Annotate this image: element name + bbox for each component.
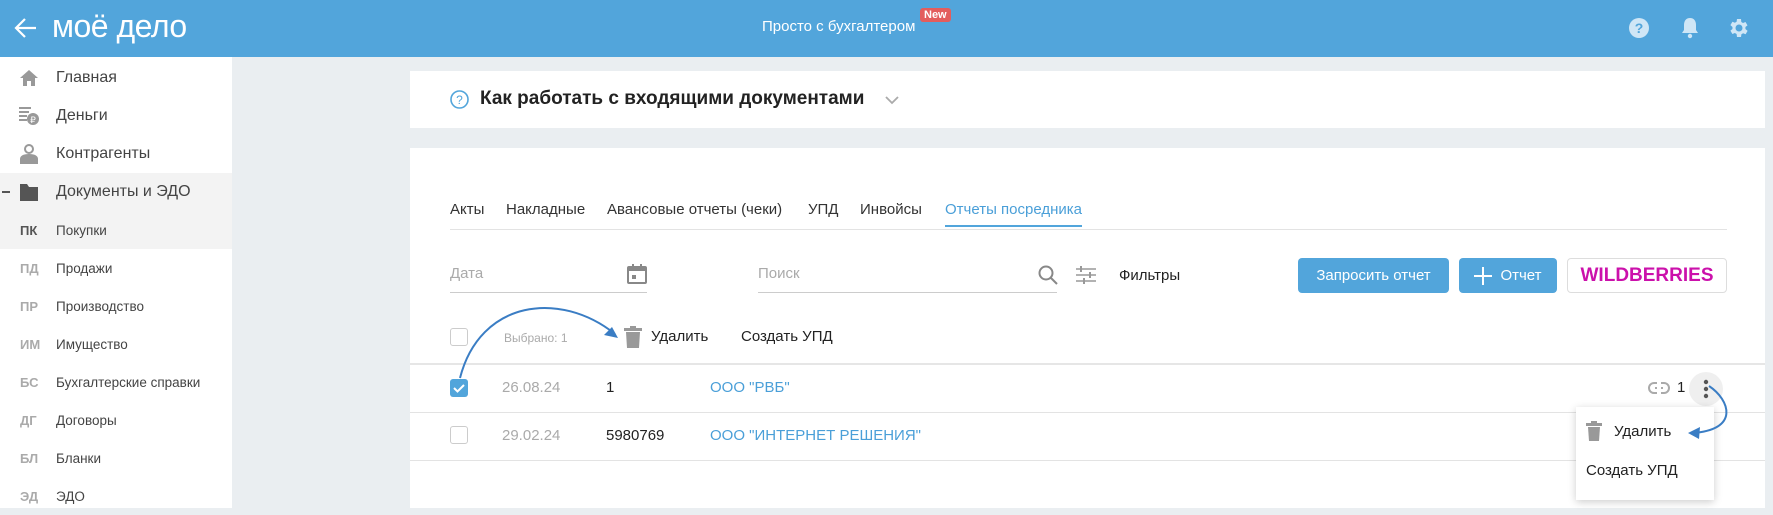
check-icon (453, 384, 465, 393)
row-checkbox-checked[interactable] (450, 379, 468, 397)
bulk-delete-button[interactable]: Удалить (651, 328, 708, 345)
subitem-abbr: БЛ (20, 450, 39, 466)
subitem-label: Продажи (56, 260, 113, 276)
sidebar-subitem-6[interactable]: ДГ Договоры (0, 401, 232, 439)
row-date: 29.02.24 (502, 427, 561, 444)
subitem-label: Имущество (56, 336, 128, 352)
subitem-label: Бухгалтерские справки (56, 374, 201, 390)
row-company-link[interactable]: ООО "РВБ" (710, 379, 790, 396)
subitem-label: Покупки (56, 222, 107, 238)
search-input[interactable]: Поиск (758, 265, 800, 282)
wildberries-button[interactable]: WILDBERRIES (1567, 258, 1727, 293)
svg-text:₽: ₽ (30, 116, 36, 126)
back-arrow-icon[interactable] (14, 17, 38, 39)
link-icon[interactable] (1648, 381, 1670, 395)
filters-button[interactable]: Фильтры (1119, 267, 1180, 284)
sidebar-subitem-3[interactable]: ПР Производство (0, 287, 232, 325)
tab-2[interactable]: Накладные (506, 201, 585, 218)
header-divider (410, 363, 1765, 365)
top-header: моё дело Просто с бухгалтером New ? (0, 0, 1773, 57)
sidebar-item-label: Документы и ЭДО (56, 183, 191, 200)
subitem-abbr: ПД (20, 260, 39, 276)
sidebar-subitem-5[interactable]: БС Бухгалтерские справки (0, 363, 232, 401)
sidebar-item-contractors[interactable]: Контрагенты (0, 135, 232, 173)
subitem-label: Бланки (56, 450, 101, 466)
tab-1[interactable]: Акты (450, 201, 484, 218)
svg-text:?: ? (456, 93, 463, 107)
tabs-divider (450, 229, 1727, 230)
menu-item-delete[interactable]: Удалить (1586, 421, 1671, 441)
bulk-create-upd-button[interactable]: Создать УПД (741, 328, 833, 345)
search-icon[interactable] (1038, 265, 1058, 285)
row-company-link[interactable]: ООО "ИНТЕРНЕТ РЕШЕНИЯ" (710, 427, 921, 444)
selected-count: Выбрано: 1 (504, 331, 568, 345)
sidebar-item-label: Деньги (56, 107, 108, 124)
folder-icon (17, 181, 41, 203)
add-report-button[interactable]: Отчет (1459, 258, 1557, 293)
row-kebab-button[interactable] (1689, 372, 1723, 406)
home-icon (17, 67, 41, 89)
sidebar-item-home[interactable]: Главная (0, 59, 232, 97)
row-number: 1 (606, 379, 615, 396)
date-input[interactable]: Дата (450, 265, 483, 282)
row-date: 26.08.24 (502, 379, 561, 396)
request-report-button[interactable]: Запросить отчет (1298, 258, 1449, 293)
help-card[interactable]: ? Как работать с входящими документами (410, 71, 1765, 128)
money-icon: ₽ (17, 105, 41, 127)
subitem-label: Производство (56, 298, 145, 314)
filter-sliders-icon[interactable] (1075, 265, 1097, 285)
sidebar-item-documents[interactable]: Документы и ЭДО (0, 173, 232, 211)
help-icon[interactable]: ? (1628, 17, 1650, 39)
sidebar-item-label: Контрагенты (56, 145, 151, 162)
subitem-label: ЭДО (56, 488, 85, 504)
search-underline (758, 292, 1057, 293)
subitem-abbr: БС (20, 374, 39, 390)
sidebar-subitem-1[interactable]: ПК Покупки (0, 211, 232, 249)
menu-item-create-upd[interactable]: Создать УПД (1586, 462, 1678, 479)
chevron-down-icon[interactable] (885, 96, 899, 105)
sidebar-item-money[interactable]: ₽ Деньги (0, 97, 232, 135)
contractors-icon (17, 143, 41, 165)
row-number: 5980769 (606, 427, 665, 444)
sidebar-subitem-4[interactable]: ИМ Имущество (0, 325, 232, 363)
row-context-menu: Удалить Создать УПД (1576, 407, 1714, 500)
sidebar-subitem-8[interactable]: ЭД ЭДО (0, 477, 232, 515)
sidebar: Главная ₽ Деньги Контрагенты Документы и… (0, 57, 232, 508)
subitem-abbr: ДГ (20, 412, 37, 428)
bell-icon[interactable] (1680, 16, 1700, 40)
row-link-count: 1 (1677, 379, 1686, 396)
tab-3[interactable]: Авансовые отчеты (чеки) (607, 201, 782, 218)
collapse-dash-icon[interactable] (2, 191, 10, 193)
subitem-label: Договоры (56, 412, 117, 428)
calendar-icon[interactable] (627, 264, 647, 284)
tab-4[interactable]: УПД (808, 201, 838, 218)
row-divider (410, 412, 1765, 413)
sidebar-subitem-2[interactable]: ПД Продажи (0, 249, 232, 287)
more-vertical-icon (1703, 379, 1709, 399)
help-title: Как работать с входящими документами (480, 88, 865, 109)
subitem-abbr: ЭД (20, 488, 39, 504)
date-underline (450, 292, 647, 293)
select-all-checkbox[interactable] (450, 328, 468, 346)
sidebar-subitem-7[interactable]: БЛ Бланки (0, 439, 232, 477)
subitem-abbr: ПК (20, 222, 38, 238)
tab-5[interactable]: Инвойсы (860, 201, 922, 218)
add-report-label: Отчет (1500, 267, 1542, 284)
question-circle-icon: ? (450, 90, 469, 109)
plus-icon (1474, 266, 1493, 285)
subitem-abbr: ПР (20, 298, 39, 314)
new-badge: New (920, 8, 951, 22)
trash-icon (624, 326, 642, 348)
row-checkbox[interactable] (450, 426, 468, 444)
trash-icon (1586, 421, 1602, 441)
sidebar-item-label: Главная (56, 69, 117, 86)
gear-icon[interactable] (1727, 16, 1751, 40)
subitem-abbr: ИМ (20, 336, 41, 352)
logo[interactable]: моё дело (52, 8, 187, 45)
row-divider (410, 460, 1765, 461)
tab-6[interactable]: Отчеты посредника (945, 201, 1082, 227)
svg-text:?: ? (1635, 20, 1644, 36)
menu-item-delete-label: Удалить (1614, 422, 1672, 440)
center-title[interactable]: Просто с бухгалтером (762, 18, 915, 35)
